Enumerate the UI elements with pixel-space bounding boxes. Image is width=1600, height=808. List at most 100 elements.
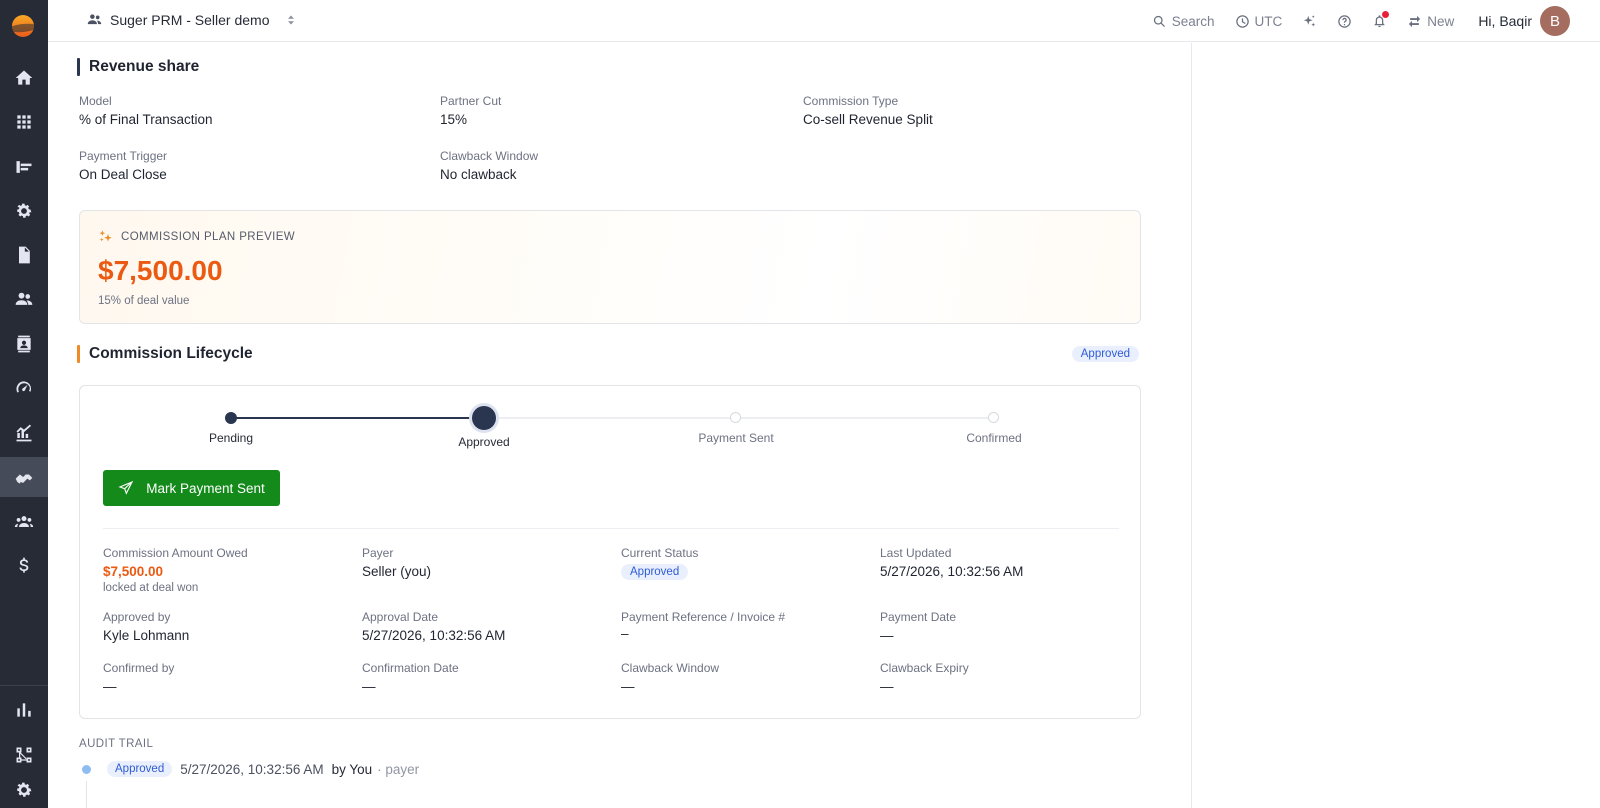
commission-plan-preview-card: COMMISSION PLAN PREVIEW $7,500.00 15% of… [79, 210, 1141, 324]
clawback-expiry-label: Clawback Expiry [880, 661, 969, 675]
confirmation-date-label: Confirmation Date [362, 661, 459, 675]
payment-date-label: Payment Date [880, 610, 957, 624]
sidebar-divider [0, 685, 48, 686]
help-button[interactable] [1337, 14, 1352, 29]
step-label-approved: Approved [458, 435, 510, 449]
commission-type-value: Co-sell Revenue Split [803, 112, 933, 127]
help-icon [1338, 14, 1352, 28]
approval-date-label: Approval Date [362, 610, 439, 624]
mark-payment-sent-label: Mark Payment Sent [146, 480, 265, 496]
mark-payment-sent-button[interactable]: Mark Payment Sent [103, 470, 280, 506]
audit-trail-title: AUDIT TRAIL [79, 738, 154, 750]
gear-icon[interactable] [0, 770, 48, 808]
avatar[interactable]: B [1540, 6, 1570, 36]
step-label-confirmed: Confirmed [966, 431, 1022, 445]
last-updated-label: Last Updated [880, 546, 952, 560]
user-greeting: Hi, Baqir [1478, 13, 1532, 29]
amount-owed-label: Commission Amount Owed [103, 546, 248, 560]
speedometer-icon[interactable] [0, 368, 48, 408]
magic-sparkle-icon [99, 230, 112, 242]
payment-trigger-label: Payment Trigger [79, 149, 168, 163]
timeline-dot [82, 764, 91, 774]
new-label: New [1427, 13, 1455, 29]
clock-icon [1235, 14, 1249, 28]
revenue-share-title: Revenue share [89, 58, 200, 75]
trend-chart-icon[interactable] [0, 413, 48, 453]
approved-by-label: Approved by [103, 610, 171, 624]
home-icon[interactable] [0, 58, 48, 98]
notification-dot [1382, 10, 1390, 18]
workflow-icon[interactable] [0, 735, 48, 775]
confirmed-by-label: Confirmed by [103, 661, 175, 675]
team-icon [87, 14, 102, 25]
amount-owed-note: locked at deal won [103, 582, 199, 594]
notifications-button[interactable] [1372, 10, 1390, 29]
audit-role: · payer [377, 761, 420, 777]
search-icon [1153, 15, 1165, 27]
org-name: Suger PRM - Seller demo [110, 11, 270, 28]
swap-arrows-icon [1409, 15, 1421, 27]
step-dot-pending [225, 412, 237, 424]
groups-icon[interactable] [0, 502, 48, 542]
payment-reference-value: – [621, 626, 629, 641]
commission-lifecycle-card: Pending Approved Payment Sent Confirmed … [79, 385, 1141, 719]
payment-date-value: — [880, 628, 894, 643]
preview-heading: COMMISSION PLAN PREVIEW [98, 229, 295, 244]
timezone-label: UTC [1254, 13, 1283, 29]
org-switcher[interactable]: Suger PRM - Seller demo [86, 11, 297, 28]
timeline-connector [86, 781, 87, 808]
suger-logo[interactable] [12, 15, 34, 37]
audit-status-badge: Approved [107, 761, 173, 777]
bar-chart-icon[interactable] [0, 690, 48, 730]
settings-cog-icon[interactable] [0, 191, 48, 231]
current-status-badge: Approved [621, 564, 689, 580]
confirmed-by-value: — [103, 679, 117, 694]
clawback-window-value: No clawback [440, 167, 517, 182]
clawback-expiry-value: — [880, 679, 894, 694]
confirmation-date-value: — [362, 679, 376, 694]
preview-amount: $7,500.00 [98, 255, 223, 286]
sparkle-icon [1304, 14, 1316, 26]
commission-lifecycle-title: Commission Lifecycle [89, 345, 253, 362]
status-badge: Approved [1071, 346, 1139, 362]
clawback-window-label: Clawback Window [440, 149, 539, 163]
step-label-payment-sent: Payment Sent [698, 431, 774, 445]
amount-owed-value: $7,500.00 [103, 564, 164, 579]
contact-card-icon[interactable] [0, 324, 48, 364]
ai-assistant-button[interactable] [1302, 14, 1317, 29]
people-icon[interactable] [0, 279, 48, 319]
sidebar [0, 0, 48, 808]
payer-value: Seller (you) [362, 564, 432, 579]
timezone-button[interactable]: UTC [1235, 13, 1283, 29]
search-label: Search [1171, 13, 1215, 29]
commission-lifecycle-heading: Commission Lifecycle [77, 345, 253, 363]
heading-accent-bar [77, 345, 80, 363]
payment-reference-label: Payment Reference / Invoice # [621, 610, 786, 624]
stepper-progress-line [230, 417, 484, 419]
payment-trigger-value: On Deal Close [79, 167, 167, 182]
step-dot-payment-sent [730, 412, 741, 423]
partner-cut-value: 15% [440, 112, 468, 127]
audit-actor: by You [331, 761, 373, 777]
audit-timestamp: 5/27/2026, 10:32:56 AM [180, 761, 324, 777]
list-item: Approved 5/27/2026, 10:32:56 AM by You ·… [82, 761, 419, 777]
document-icon[interactable] [0, 235, 48, 275]
apps-grid-icon[interactable] [0, 102, 48, 142]
partner-cut-label: Partner Cut [440, 94, 502, 108]
search-button[interactable]: Search [1152, 14, 1215, 29]
step-dot-confirmed [988, 412, 999, 423]
new-button[interactable]: New [1407, 14, 1454, 29]
main-content: Revenue share Model % of Final Transacti… [48, 43, 1192, 808]
preview-subtitle: 15% of deal value [98, 295, 190, 307]
approved-by-value: Kyle Lohmann [103, 628, 190, 643]
payer-label: Payer [362, 546, 394, 560]
revenue-share-heading: Revenue share [77, 58, 199, 76]
preview-heading-text: COMMISSION PLAN PREVIEW [121, 230, 296, 243]
chevron-up-down-icon [287, 15, 294, 24]
handshake-icon[interactable] [0, 457, 48, 497]
step-label-pending: Pending [208, 431, 254, 445]
pipeline-icon[interactable] [0, 147, 48, 187]
lifecycle-clawback-window-label: Clawback Window [621, 661, 720, 675]
commission-type-label: Commission Type [803, 94, 899, 108]
dollar-icon[interactable] [0, 546, 48, 586]
